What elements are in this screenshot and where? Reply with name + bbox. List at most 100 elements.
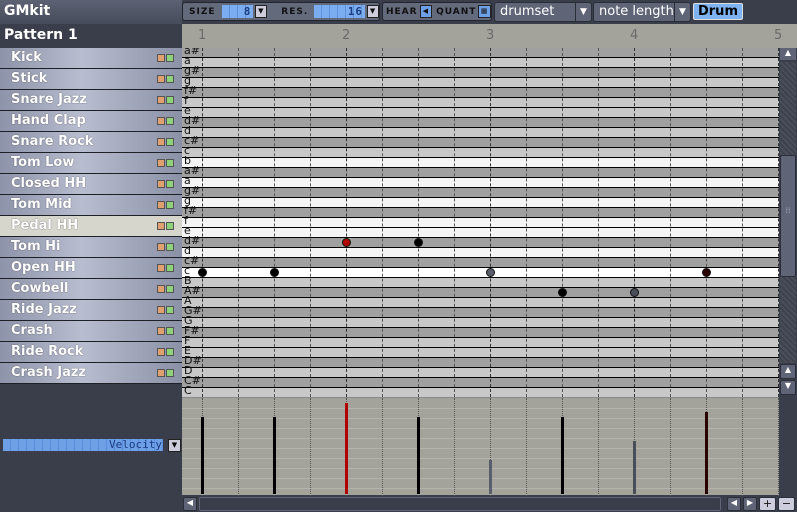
velocity-bar[interactable] <box>489 460 492 494</box>
solo-button[interactable] <box>166 243 174 251</box>
piano-row[interactable]: C# <box>182 375 779 388</box>
mute-button[interactable] <box>157 369 165 377</box>
piano-row[interactable]: D# <box>182 355 779 368</box>
piano-row[interactable]: E <box>182 345 779 358</box>
solo-button[interactable] <box>166 264 174 272</box>
instrument-row[interactable]: Crash <box>0 321 182 342</box>
scroll-right-icon[interactable]: ▶ <box>743 497 757 511</box>
instrument-row[interactable]: Tom Low <box>0 153 182 174</box>
piano-row[interactable]: d# <box>182 115 779 128</box>
mute-button[interactable] <box>157 117 165 125</box>
mute-button[interactable] <box>157 180 165 188</box>
piano-roll-grid[interactable]: a# a g# g f# f e d# d c# c b a# a g# g f# f e d# d c# c B A# A G# G… <box>182 48 779 397</box>
piano-row[interactable]: c# <box>182 255 779 268</box>
instrument-row[interactable]: Tom Mid <box>0 195 182 216</box>
mute-button[interactable] <box>157 306 165 314</box>
instrument-row[interactable]: Hand Clap <box>0 111 182 132</box>
scroll-left-icon[interactable]: ◀ <box>727 497 741 511</box>
piano-row[interactable]: g# <box>182 65 779 78</box>
instrument-row[interactable]: Snare Jazz <box>0 90 182 111</box>
scroll-down-icon[interactable]: ▼ <box>780 380 796 395</box>
mute-button[interactable] <box>157 222 165 230</box>
solo-button[interactable] <box>166 285 174 293</box>
instrument-row[interactable]: Stick <box>0 69 182 90</box>
solo-button[interactable] <box>166 54 174 62</box>
piano-row[interactable]: f <box>182 215 779 228</box>
solo-button[interactable] <box>166 369 174 377</box>
mute-button[interactable] <box>157 201 165 209</box>
solo-button[interactable] <box>166 117 174 125</box>
piano-row[interactable]: f <box>182 95 779 108</box>
velocity-bar[interactable] <box>417 417 420 494</box>
instrument-row[interactable]: Kick <box>0 48 182 69</box>
instrument-row[interactable]: Ride Jazz <box>0 300 182 321</box>
mute-button[interactable] <box>157 264 165 272</box>
drum-mode-toggle[interactable]: Drum <box>693 3 743 20</box>
piano-row[interactable]: a <box>182 175 779 188</box>
velocity-bar[interactable] <box>345 402 348 494</box>
instrument-row[interactable]: Crash Jazz <box>0 363 182 384</box>
piano-row[interactable]: A <box>182 295 779 308</box>
size-value[interactable]: 8 <box>221 5 254 18</box>
note[interactable] <box>414 238 423 247</box>
piano-row[interactable]: F <box>182 335 779 348</box>
piano-row[interactable]: g# <box>182 185 779 198</box>
mute-button[interactable] <box>157 285 165 293</box>
scroll-thumb[interactable]: ⁞⁞ <box>780 155 796 277</box>
scroll-up-top-icon[interactable]: ▲ <box>780 48 796 60</box>
zoom-out-icon[interactable]: − <box>778 497 795 511</box>
res-value[interactable]: 16 <box>314 5 366 18</box>
piano-row[interactable]: d <box>182 245 779 258</box>
scroll-up-icon[interactable]: ▲ <box>780 364 796 379</box>
piano-row[interactable]: a# <box>182 165 779 178</box>
piano-row[interactable]: G# <box>182 305 779 318</box>
note[interactable] <box>630 288 639 297</box>
piano-row[interactable]: f# <box>182 85 779 98</box>
velocity-selector[interactable]: Velocity <box>3 439 163 451</box>
solo-button[interactable] <box>166 138 174 146</box>
horizontal-scrollbar[interactable]: ◀ ◀ ▶ + − <box>182 496 797 512</box>
piano-row[interactable]: b <box>182 155 779 168</box>
mute-button[interactable] <box>157 96 165 104</box>
piano-row[interactable]: B <box>182 275 779 288</box>
instrument-row[interactable]: Cowbell <box>0 279 182 300</box>
piano-row[interactable]: e <box>182 105 779 118</box>
piano-row[interactable]: G <box>182 315 779 328</box>
piano-row[interactable]: e <box>182 225 779 238</box>
piano-row[interactable]: g <box>182 195 779 208</box>
instrument-row[interactable]: Snare Rock <box>0 132 182 153</box>
note[interactable] <box>198 268 207 277</box>
velocity-editor[interactable] <box>182 397 779 496</box>
solo-button[interactable] <box>166 180 174 188</box>
horizontal-scroll-thumb[interactable] <box>199 497 721 511</box>
solo-button[interactable] <box>166 327 174 335</box>
mute-button[interactable] <box>157 75 165 83</box>
instrument-row[interactable]: Pedal HH <box>0 216 182 237</box>
mute-button[interactable] <box>157 54 165 62</box>
piano-row[interactable]: a <box>182 55 779 68</box>
solo-button[interactable] <box>166 348 174 356</box>
note[interactable] <box>270 268 279 277</box>
mute-button[interactable] <box>157 159 165 167</box>
velocity-bar[interactable] <box>201 417 204 494</box>
velocity-bar[interactable] <box>561 417 564 494</box>
instrument-row[interactable]: Tom Hi <box>0 237 182 258</box>
solo-button[interactable] <box>166 306 174 314</box>
solo-button[interactable] <box>166 75 174 83</box>
velocity-bar[interactable] <box>633 441 636 494</box>
velocity-bar[interactable] <box>705 412 708 494</box>
piano-row[interactable]: g <box>182 75 779 88</box>
piano-row[interactable]: D <box>182 365 779 378</box>
property-select[interactable]: note length ▼ <box>593 2 691 22</box>
piano-row[interactable]: f# <box>182 205 779 218</box>
piano-row[interactable]: A# <box>182 285 779 298</box>
mute-button[interactable] <box>157 243 165 251</box>
mute-button[interactable] <box>157 138 165 146</box>
piano-row[interactable]: d <box>182 125 779 138</box>
solo-button[interactable] <box>166 222 174 230</box>
res-dropdown-icon[interactable]: ▼ <box>367 5 379 18</box>
instrument-row[interactable]: Ride Rock <box>0 342 182 363</box>
speaker-icon[interactable]: ◀ <box>419 5 433 18</box>
note[interactable] <box>702 268 711 277</box>
note[interactable] <box>558 288 567 297</box>
